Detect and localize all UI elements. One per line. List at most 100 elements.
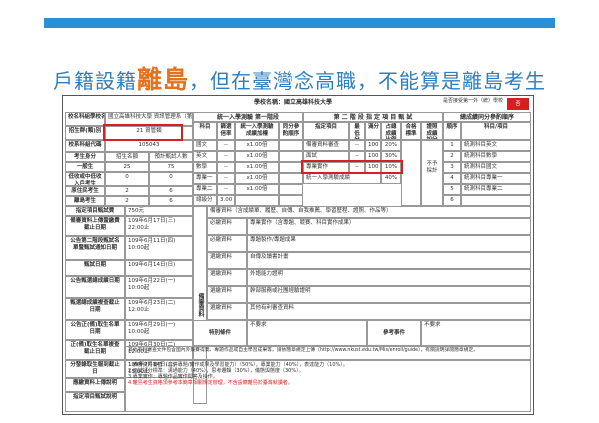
tie-n-2: 3 [443, 162, 461, 173]
tie-item-4: 統測科目專業二 [461, 184, 531, 195]
stage2-col-pass: 合格標準 [401, 122, 421, 140]
review-type-4: 選繳資料 [207, 286, 247, 303]
review-header: 備審資料（含成績單、履歷、自傳、自我推薦、學習歷程、證照、作品等） [207, 206, 531, 218]
slide-title: 戶籍設籍離島，但在臺灣念高職，不能算是離島考生 [0, 60, 599, 96]
review-type-5: 選繳資料 [207, 303, 247, 320]
school-label: 校名科組學校名稱 [65, 112, 105, 126]
schedule-notice-label: 公告第二階段甄試名單暨甄試通知日期 [65, 236, 125, 260]
s1-order-3 [279, 173, 303, 184]
s2-pct-0: 20% [381, 140, 401, 151]
acceptance-stamp: 否 [507, 98, 529, 110]
s2-note-pct: 40% [381, 173, 401, 184]
tie-item-5 [461, 195, 531, 206]
schedule-exam-label: 甄試日期 [65, 260, 125, 276]
header-accent-bar [44, 18, 555, 28]
s1-order-2 [279, 162, 303, 173]
stage1-header: 統一入學測驗 第一階段 [193, 112, 303, 122]
stage1-col-order: 同分參酌順序 [279, 122, 303, 140]
schedule-recheck-label: 甄選總成績複查截止日期 [65, 298, 125, 320]
review-text-3: 外語能力證明 [247, 269, 531, 286]
identity-label: 考生身分 [65, 152, 105, 162]
general-label: 一般生 [65, 162, 105, 172]
review-text-5: 其他有利審查資料 [247, 303, 531, 320]
s1-subject-1: 英文 [193, 151, 217, 162]
s1-order-5 [279, 195, 303, 206]
stage1-col-weight: 統一入學測驗成績加權 [235, 122, 279, 140]
s1-ratio-2: -- [217, 162, 235, 173]
tie-item-1: 統測科目數學 [461, 151, 531, 162]
schedule-exam-value: 109年6月14日(日) [125, 260, 193, 276]
review-type-0: 必繳資料 [207, 218, 247, 235]
slide-title-part1: 戶籍設籍 [52, 69, 137, 93]
review-text-4: 幹部服務或社團經驗證明 [247, 286, 531, 303]
s1-ratio-0: -- [217, 140, 235, 151]
lowincome-label: 低收或中低收入戶考生 [65, 172, 105, 186]
s2-pass-cell [401, 140, 421, 206]
review-type-1: 必繳資料 [207, 235, 247, 252]
schedule-fee-label: 指定項目甄試費 [65, 206, 125, 216]
tie-item-2: 統測科目國文 [461, 162, 531, 173]
aboriginal-expected: 6 [149, 186, 193, 196]
island-quota: 2 [105, 196, 149, 206]
stage2-col-item: 指定項目 [303, 122, 349, 140]
upload-notes-text: 其他有利審查文件包含國內外競賽得獎、專題作品或自主學習成果等，請依簡章規定上傳（… [125, 346, 531, 360]
s1-subject-3: 專業一 [193, 173, 217, 184]
tie-col-n: 順序 [443, 122, 461, 140]
s1-subject-4: 專業二 [193, 184, 217, 195]
upload-notes-label: 應繳資料上傳說明 [65, 378, 125, 392]
tie-n-0: 1 [443, 140, 461, 151]
top-right-note: 是否接受第一外（統）學校 [443, 98, 504, 104]
stage1-col-ratio: 篩選倍率 [217, 122, 235, 140]
aboriginal-quota: 2 [105, 186, 149, 196]
slide-title-highlight: 離島 [136, 65, 189, 94]
category-label: 招生群(類)別 [65, 126, 105, 140]
schedule-report-label: 分發錄取生報到截止日 [65, 360, 125, 378]
tie-n-4: 5 [443, 184, 461, 195]
tie-n-3: 4 [443, 173, 461, 184]
s2-license-cell: 不予採計 [421, 140, 443, 206]
s1-order-1 [279, 151, 303, 162]
stage2-col-pct: 占總成績比例 [381, 122, 401, 140]
school-name-header: 學校名稱：國立高雄科技大學 [253, 99, 332, 106]
s1-subject-0: 國文 [193, 140, 217, 151]
tie-item-0: 統測科目英文 [461, 140, 531, 151]
stage1-col-subject: 科目 [193, 122, 217, 140]
s1-subject-2: 數學 [193, 162, 217, 173]
expected-header: 預計甄試人數 [149, 152, 193, 162]
stage2-col-license: 證照成績加分 [421, 122, 443, 140]
special-value: 不要求 [247, 320, 367, 346]
s1-subject-5: 總級分 [193, 195, 217, 206]
schedule-list-label: 公告正(備)取生名單日期 [65, 320, 125, 340]
remark-line-4: 4.離島考生資格須參考本簡章相關規定辦理，不含設籍離島於臺灣就讀者。 [128, 380, 293, 386]
schedule-score-value: 109年6月22日(一) 10:00起 [125, 276, 193, 298]
stage2-header: 第 二 階 段 指 定 項 目 甄 試 [303, 112, 443, 122]
schedule-recheck-value: 109年6月23日(二) 12:00止 [125, 298, 193, 320]
island-expected: 6 [149, 196, 193, 206]
remark-label: 指定項目甄試說明 [65, 392, 125, 412]
lowincome-expected: 0 [149, 172, 193, 186]
s1-ratio-3: -- [217, 173, 235, 184]
schedule-fee-value: 750元 [125, 206, 193, 216]
s1-weight-1: x1.00倍 [235, 151, 279, 162]
quota-header: 招生名額 [105, 152, 149, 162]
tie-col-item: 科目/項目 [461, 122, 531, 140]
s1-order-4 [279, 184, 303, 195]
lowincome-quota: 0 [105, 172, 149, 186]
s2-note: 統一入學測驗成績 [303, 173, 381, 184]
aboriginal-label: 原住民考生 [65, 186, 105, 196]
s1-weight-5 [235, 195, 279, 206]
highlight-box-practical [301, 160, 403, 174]
s2-full-0: 100 [365, 140, 381, 151]
schedule-listcheck-label: 正(備)取生名單複查截止日期 [65, 340, 125, 360]
slide-title-part2: ，但在臺灣念高職，不能算是離島考生 [189, 69, 546, 93]
schedule-list-value: 109年6月29日(一) 10:00起 [125, 320, 193, 340]
s1-ratio-5: 3.00 [217, 195, 235, 206]
island-label: 離島考生 [65, 196, 105, 206]
s1-order-0 [279, 140, 303, 151]
general-quota: 25 [105, 162, 149, 172]
s1-ratio-4: -- [217, 184, 235, 195]
tie-n-5: 6 [443, 195, 461, 206]
s2-item-0: 備審資料審查 [303, 140, 349, 151]
stage2-col-min: 最低分數 [349, 122, 365, 140]
s1-weight-0: x1.00倍 [235, 140, 279, 151]
